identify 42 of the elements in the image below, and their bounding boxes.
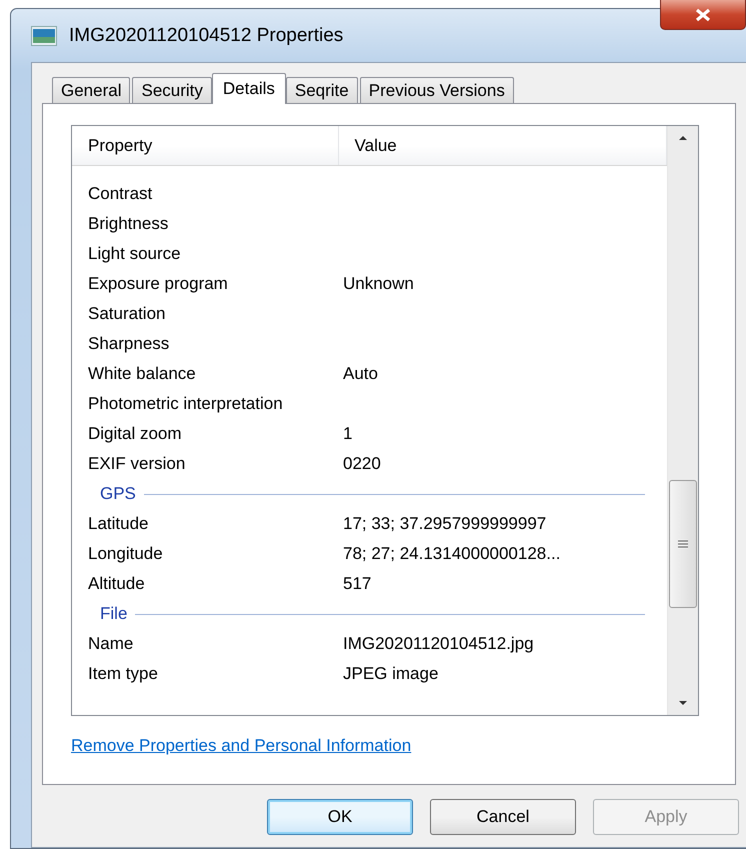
tab[interactable]: Previous Versions	[360, 77, 514, 103]
property-name: Brightness	[88, 214, 168, 233]
window-title: IMG20201120104512 Properties	[69, 24, 344, 46]
property-name: Photometric interpretation	[88, 394, 283, 413]
grip-icon	[678, 540, 688, 548]
group-header[interactable]: File	[100, 604, 128, 624]
property-value: 78; 27; 24.1314000000128...	[343, 544, 560, 563]
group-header[interactable]: GPS	[100, 484, 136, 504]
scrollbar-thumb[interactable]	[669, 480, 697, 608]
property-value: 1	[343, 424, 352, 443]
property-name: Sharpness	[88, 334, 170, 353]
tab[interactable]: Details	[212, 73, 286, 104]
property-name: Altitude	[88, 574, 145, 593]
property-name: Item type	[88, 664, 158, 683]
property-value: JPEG image	[343, 664, 438, 683]
property-name: White balance	[88, 364, 196, 383]
property-name: Latitude	[88, 514, 148, 533]
tab[interactable]: Security	[132, 77, 212, 103]
scrollbar[interactable]	[667, 126, 698, 715]
property-value: Auto	[343, 364, 378, 383]
dialog-button[interactable]: Cancel	[430, 799, 576, 835]
property-name: Exposure program	[88, 274, 228, 293]
property-value: 517	[343, 574, 372, 593]
property-name: EXIF version	[88, 454, 186, 473]
property-value: Unknown	[343, 274, 414, 293]
dialog-button[interactable]: OK	[267, 799, 413, 835]
column-header[interactable]: Property	[72, 126, 339, 165]
close-button[interactable]	[660, 0, 746, 30]
property-name: Saturation	[88, 304, 166, 323]
image-file-icon	[31, 26, 57, 46]
property-name: Contrast	[88, 184, 152, 203]
property-name: Light source	[88, 244, 181, 263]
remove-properties-link[interactable]: Remove Properties and Personal Information	[71, 736, 412, 756]
tab[interactable]: General	[52, 77, 130, 103]
tab[interactable]: Seqrite	[286, 77, 358, 103]
close-icon	[694, 8, 712, 22]
property-name: Longitude	[88, 544, 163, 563]
property-value: 0220	[343, 454, 381, 473]
property-value: 17; 33; 37.2957999999997	[343, 514, 546, 533]
property-name: Digital zoom	[88, 424, 182, 443]
property-value: IMG20201120104512.jpg	[343, 634, 534, 653]
property-name: Name	[88, 634, 134, 653]
